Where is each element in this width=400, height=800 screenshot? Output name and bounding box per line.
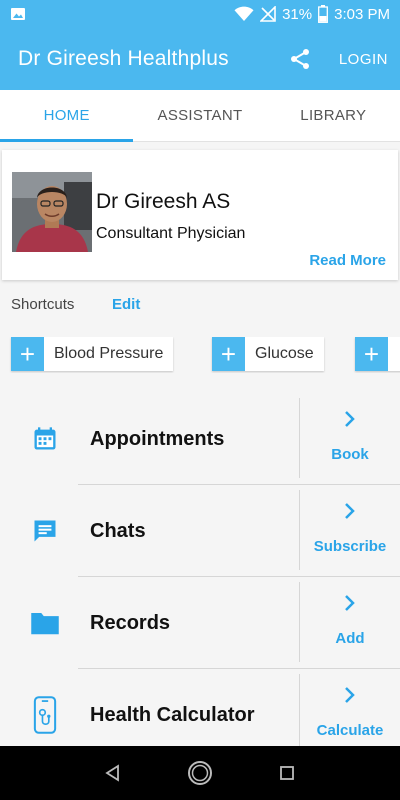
- action-label: Subscribe: [313, 538, 387, 555]
- calculate-button[interactable]: Calculate: [300, 674, 400, 754]
- shortcut-blood-pressure[interactable]: + Blood Pressure: [11, 337, 174, 371]
- login-button[interactable]: LOGIN: [339, 51, 388, 68]
- list-item-chats[interactable]: Chats Subscribe: [0, 490, 400, 582]
- action-label: Book: [331, 446, 369, 463]
- chevron-right-icon: [344, 684, 356, 706]
- chevron-right-icon: [344, 500, 356, 522]
- image-icon: [10, 6, 26, 22]
- recents-icon[interactable]: [272, 758, 302, 788]
- list-item-records[interactable]: Records Add: [0, 582, 400, 674]
- tab-home[interactable]: HOME: [0, 90, 134, 142]
- list-item-label: Appointments: [90, 428, 225, 450]
- chevron-right-icon: [344, 408, 356, 430]
- back-icon[interactable]: [98, 758, 128, 788]
- action-label: Calculate: [316, 722, 384, 739]
- tab-library[interactable]: LIBRARY: [267, 90, 400, 141]
- list-item-appointments[interactable]: Appointments Book: [0, 398, 400, 490]
- book-button[interactable]: Book: [300, 398, 400, 478]
- read-more-link[interactable]: Read More: [309, 252, 386, 269]
- share-icon[interactable]: [287, 46, 313, 72]
- doctor-profile-card: Dr Gireesh AS Consultant Physician Read …: [2, 150, 398, 280]
- shortcut-label: Blood Pressure: [54, 345, 164, 362]
- doctor-title: Consultant Physician: [96, 225, 246, 242]
- no-signal-icon: [260, 6, 276, 22]
- shortcut-chips: + Blood Pressure + Glucose +: [0, 337, 400, 373]
- status-time: 3:03 PM: [334, 5, 390, 23]
- doctor-name: Dr Gireesh AS: [96, 190, 231, 213]
- system-nav-bar: [0, 746, 400, 800]
- tab-assistant[interactable]: ASSISTANT: [133, 90, 266, 141]
- action-label: Add: [335, 630, 365, 647]
- add-button[interactable]: Add: [300, 582, 400, 662]
- list-item-label: Chats: [90, 520, 146, 542]
- tab-bar: HOME ASSISTANT LIBRARY: [0, 90, 400, 142]
- plus-icon: +: [212, 337, 245, 371]
- battery-percent: 31%: [282, 5, 313, 23]
- list-item-label: Health Calculator: [90, 704, 255, 726]
- calendar-icon: [30, 424, 60, 454]
- chat-icon: [30, 516, 60, 546]
- plus-icon: +: [355, 337, 388, 371]
- shortcut-label: Glucose: [255, 345, 314, 362]
- folder-icon: [30, 608, 60, 638]
- app-bar: Dr Gireesh Healthplus LOGIN: [0, 28, 400, 90]
- shortcuts-label: Shortcuts: [11, 296, 75, 313]
- status-bar: 31% 3:03 PM: [0, 0, 400, 28]
- divider: [78, 576, 400, 577]
- chevron-right-icon: [344, 592, 356, 614]
- shortcut-glucose[interactable]: + Glucose: [212, 337, 324, 371]
- doctor-avatar: [12, 172, 92, 252]
- list-item-label: Records: [90, 612, 171, 634]
- divider: [78, 484, 400, 485]
- battery-icon: [318, 5, 329, 23]
- shortcuts-edit-button[interactable]: Edit: [112, 296, 140, 313]
- home-icon[interactable]: [185, 758, 215, 788]
- subscribe-button[interactable]: Subscribe: [300, 490, 400, 570]
- shortcut-partial[interactable]: +: [355, 337, 400, 371]
- plus-icon: +: [11, 337, 44, 371]
- divider: [78, 668, 400, 669]
- app-title: Dr Gireesh Healthplus: [18, 47, 229, 70]
- wifi-icon: [234, 6, 254, 22]
- phone-calculator-icon: [30, 696, 60, 734]
